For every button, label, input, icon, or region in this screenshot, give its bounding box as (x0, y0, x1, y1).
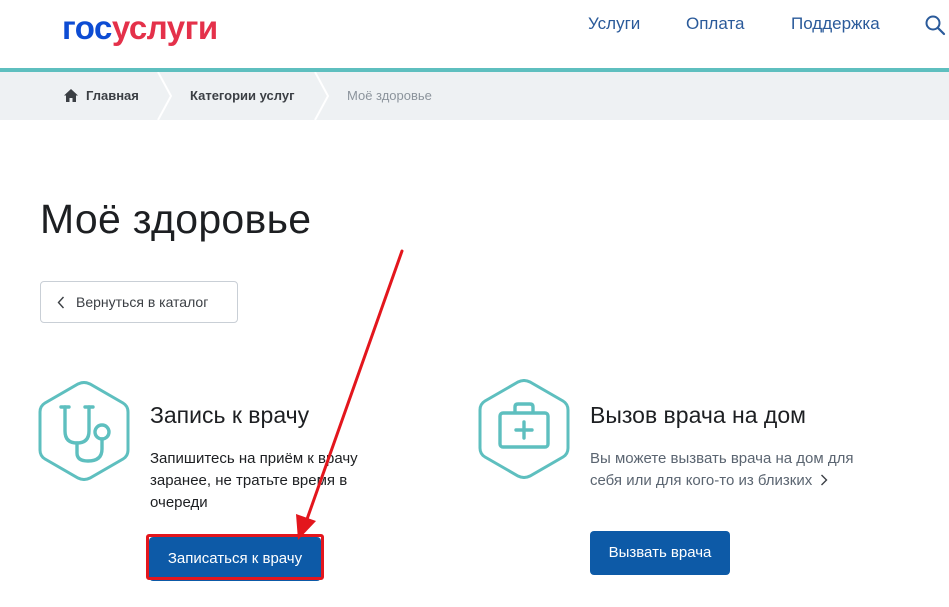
search-icon[interactable] (924, 14, 946, 36)
back-button-label: Вернуться в каталог (76, 294, 209, 310)
breadcrumb-separator (157, 72, 173, 120)
call-doctor-button[interactable]: Вызвать врача (590, 531, 730, 575)
nav-payment[interactable]: Оплата (686, 14, 744, 34)
medical-kit-icon (478, 379, 570, 479)
card-appointment-title[interactable]: Запись к врачу (150, 402, 309, 429)
breadcrumb-current: Моё здоровье (347, 88, 432, 103)
breadcrumb-home[interactable]: Главная (86, 72, 139, 120)
breadcrumb-separator (314, 72, 330, 120)
breadcrumb: Главная Категории услуг Моё здоровье (0, 72, 949, 120)
stethoscope-icon (38, 381, 130, 481)
book-appointment-button[interactable]: Записаться к врачу (149, 537, 321, 581)
chevron-left-icon (57, 296, 65, 309)
breadcrumb-categories[interactable]: Категории услуг (190, 72, 295, 120)
card-home-visit-description-text: Вы можете вызвать врача на дом для себя … (590, 450, 854, 489)
page-title: Моё здоровье (40, 196, 312, 242)
gosuslugi-logo[interactable]: госуслуги (62, 8, 218, 48)
page: госуслуги Услуги Оплата Поддержка Главна… (0, 0, 949, 607)
chevron-right-icon (821, 474, 828, 486)
logo-part-gos: гос (62, 9, 112, 46)
nav-services[interactable]: Услуги (588, 14, 640, 34)
home-icon (64, 89, 78, 102)
header: госуслуги Услуги Оплата Поддержка (0, 0, 949, 68)
card-home-visit-description[interactable]: Вы можете вызвать врача на дом для себя … (590, 448, 860, 492)
card-home-visit-title[interactable]: Вызов врача на дом (590, 402, 806, 429)
back-to-catalog-button[interactable]: Вернуться в каталог (40, 281, 238, 323)
logo-part-uslugi: услуги (111, 9, 218, 46)
card-appointment-description: Запишитесь на приём к врачу заранее, не … (150, 450, 358, 511)
nav-support[interactable]: Поддержка (791, 14, 880, 34)
